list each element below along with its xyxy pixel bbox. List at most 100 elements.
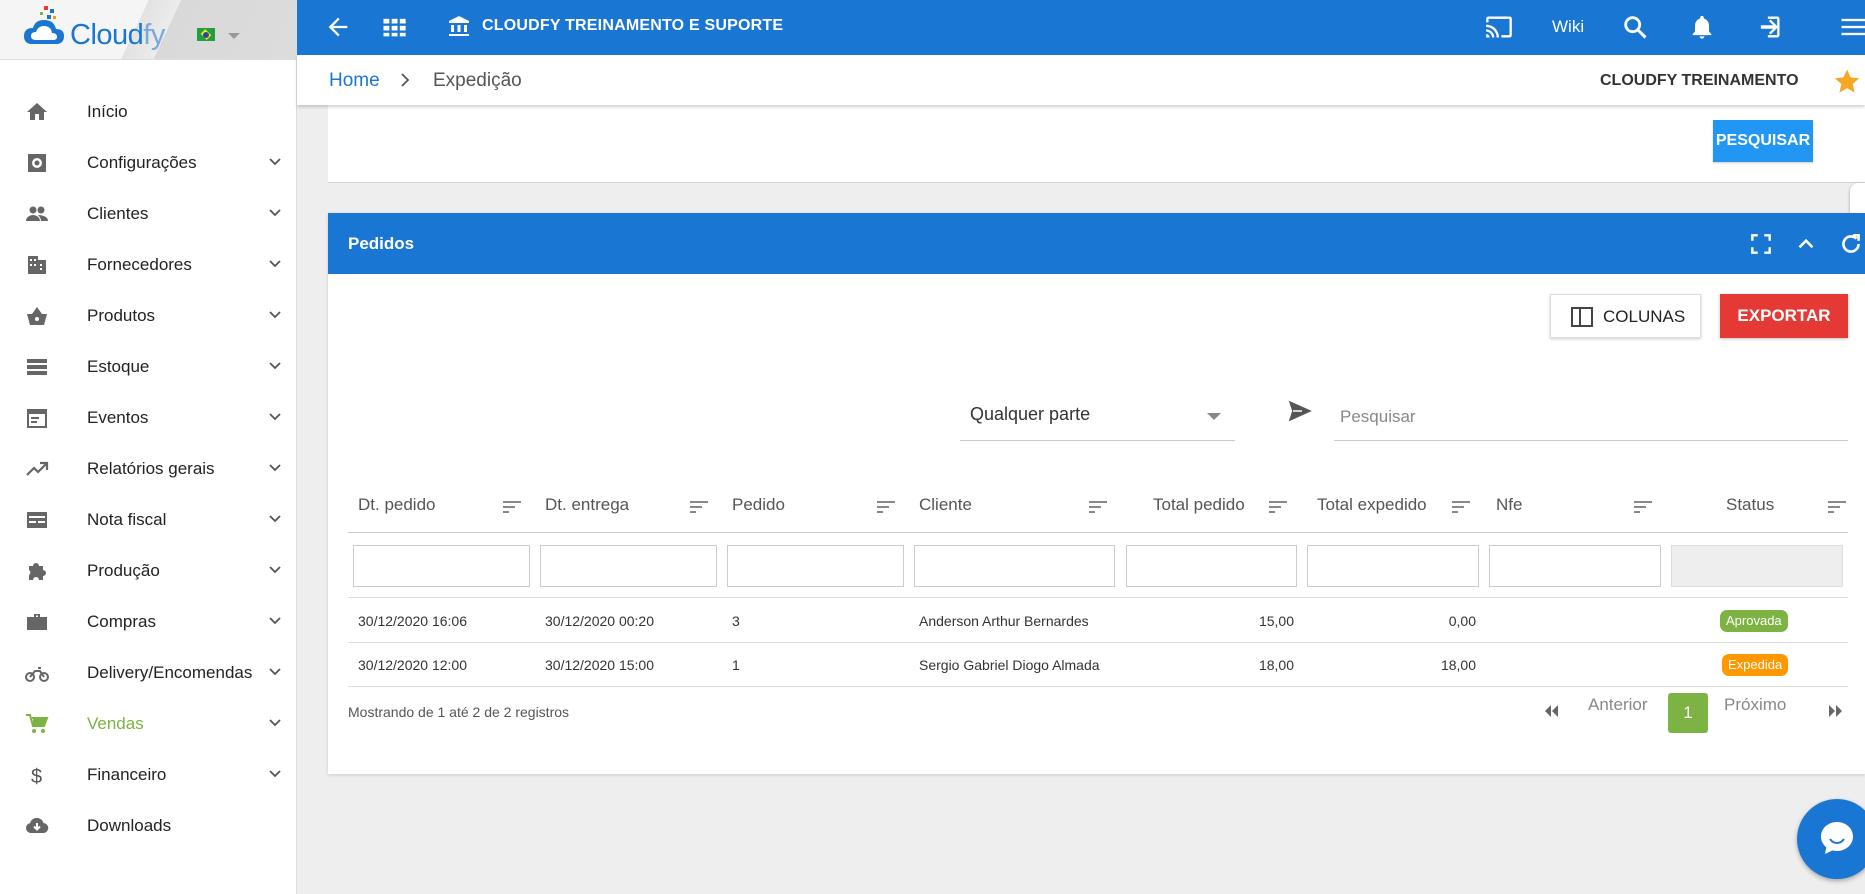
wiki-link[interactable]: Wiki [1552, 17, 1584, 37]
top-bar: CLOUDFY TREINAMENTO E SUPORTE Wiki [297, 0, 1865, 55]
sidebar-item-nota-fiscal[interactable]: Nota fiscal [0, 494, 296, 545]
logout-icon[interactable] [1755, 13, 1783, 41]
sort-icon[interactable] [1089, 501, 1107, 513]
sidebar-item-fornecedores[interactable]: Fornecedores [0, 239, 296, 290]
exportar-button[interactable]: EXPORTAR [1720, 294, 1848, 338]
chevron-down-icon [269, 770, 281, 778]
brazil-flag-icon[interactable] [197, 28, 215, 41]
company-name: CLOUDFY TREINAMENTO [1600, 72, 1799, 89]
fullscreen-icon[interactable] [1748, 231, 1774, 257]
pagination-page-1[interactable]: 1 [1668, 693, 1708, 733]
star-favorite-icon[interactable] [1833, 67, 1861, 95]
sidebar-item-downloads[interactable]: Downloads [0, 800, 296, 851]
refresh-icon[interactable] [1838, 231, 1864, 257]
sidebar-item-eventos[interactable]: Eventos [0, 392, 296, 443]
chat-support-button[interactable] [1797, 799, 1865, 879]
filter-total-pedido-input[interactable] [1126, 545, 1297, 587]
cell-dt-entrega: 30/12/2020 00:20 [545, 613, 654, 629]
sidebar-item-configuracoes[interactable]: Configurações [0, 137, 296, 188]
chevron-down-icon [269, 566, 281, 574]
chevron-down-icon [269, 515, 281, 523]
sidebar-item-label: Delivery/Encomendas [87, 662, 253, 682]
filter-nfe-input[interactable] [1489, 545, 1661, 587]
filter-cliente-input[interactable] [914, 545, 1115, 587]
sort-icon[interactable] [690, 501, 708, 513]
apps-grid-icon[interactable] [380, 13, 408, 41]
sidebar-item-produtos[interactable]: Produtos [0, 290, 296, 341]
filter-total-expedido-input[interactable] [1307, 545, 1479, 587]
language-caret-icon[interactable] [228, 33, 240, 39]
cloudfy-logo[interactable]: Cloudfy [22, 6, 172, 54]
chevron-down-icon [269, 719, 281, 727]
sort-icon[interactable] [1634, 501, 1652, 513]
chevron-down-icon [269, 464, 281, 472]
bell-icon[interactable] [1688, 13, 1716, 41]
sidebar-item-label: Clientes [87, 203, 149, 223]
sort-icon[interactable] [877, 501, 895, 513]
sort-icon[interactable] [1269, 501, 1287, 513]
sidebar-item-vendas[interactable]: Vendas [0, 698, 296, 749]
status-badge: Aprovada [1720, 610, 1788, 632]
filter-status-disabled [1671, 545, 1843, 587]
column-header-nfe[interactable]: Nfe [1484, 476, 1666, 533]
sidebar-item-relatorios-gerais[interactable]: Relatórios gerais [0, 443, 296, 494]
chevron-down-icon [269, 260, 281, 268]
breadcrumb: Home Expedição CLOUDFY TREINAMENTO [297, 55, 1865, 105]
dropdown-caret-icon [1207, 413, 1221, 420]
filter-pedido-input[interactable] [727, 545, 904, 587]
sidebar-item-inicio[interactable]: Início [0, 86, 296, 137]
sidebar-item-label: Eventos [87, 407, 149, 427]
pedidos-card-header: Pedidos [328, 213, 1865, 274]
column-header-cliente[interactable]: Cliente [909, 476, 1121, 533]
column-header-pedido[interactable]: Pedido [722, 476, 909, 533]
colunas-button[interactable]: COLUNAS [1550, 294, 1701, 338]
sidebar-item-financeiro[interactable]: $ Financeiro [0, 749, 296, 800]
sort-icon[interactable] [503, 501, 521, 513]
sidebar-item-label: Início [87, 101, 128, 121]
send-icon[interactable] [1288, 399, 1312, 423]
sidebar-item-label: Fornecedores [87, 254, 192, 274]
column-header-total-pedido[interactable]: Total pedido [1121, 476, 1302, 533]
chat-icon [1821, 822, 1853, 854]
cell-cliente: Anderson Arthur Bernardes [919, 613, 1089, 629]
sidebar-item-compras[interactable]: Compras [0, 596, 296, 647]
column-header-total-expedido[interactable]: Total expedido [1302, 476, 1484, 533]
sidebar-item-delivery-encomendas[interactable]: Delivery/Encomendas [0, 647, 296, 698]
last-page-icon[interactable] [1824, 702, 1846, 720]
sort-icon[interactable] [1452, 501, 1470, 513]
table-row[interactable]: 30/12/2020 12:00 30/12/2020 15:00 1 Serg… [348, 643, 1848, 687]
hamburger-menu-icon[interactable] [1838, 13, 1865, 41]
cloud-logo-icon [24, 6, 64, 44]
search-icon[interactable] [1621, 13, 1649, 41]
pagination-previous[interactable]: Anterior [1588, 695, 1648, 715]
first-page-icon[interactable] [1541, 702, 1563, 720]
table-row[interactable]: 30/12/2020 16:06 30/12/2020 00:20 3 Ande… [348, 599, 1848, 643]
back-arrow-icon[interactable] [324, 13, 352, 41]
chevron-up-icon[interactable] [1793, 231, 1819, 257]
breadcrumb-home-link[interactable]: Home [329, 70, 380, 92]
sidebar-item-producao[interactable]: Produção [0, 545, 296, 596]
sidebar-item-clientes[interactable]: Clientes [0, 188, 296, 239]
column-header-label: Dt. pedido [358, 495, 436, 514]
chevron-down-icon [269, 362, 281, 370]
people-icon [26, 206, 48, 221]
column-header-status[interactable]: Status [1666, 476, 1848, 533]
sidebar-item-label: Downloads [87, 815, 172, 835]
table-search-input[interactable] [1334, 393, 1848, 441]
trending-up-icon [26, 461, 49, 476]
chevron-down-icon [269, 668, 281, 676]
sidebar-menu: Início Configurações Clientes Fornecedor… [0, 86, 296, 851]
column-header-dt-entrega[interactable]: Dt. entrega [535, 476, 722, 533]
filter-dt-entrega-input[interactable] [540, 545, 717, 587]
table-footer-info: Mostrando de 1 até 2 de 2 registros [348, 704, 570, 720]
sidebar-item-estoque[interactable]: Estoque [0, 341, 296, 392]
calendar-icon [27, 409, 47, 428]
cast-icon[interactable] [1485, 13, 1513, 41]
search-scope-select[interactable]: Qualquer parte [960, 391, 1235, 441]
sort-icon[interactable] [1828, 501, 1846, 513]
pagination-next[interactable]: Próximo [1724, 695, 1786, 715]
filter-dt-pedido-input[interactable] [353, 545, 530, 587]
pesquisar-button[interactable]: PESQUISAR [1713, 120, 1813, 162]
motorcycle-icon [25, 667, 49, 682]
column-header-dt-pedido[interactable]: Dt. pedido [348, 476, 535, 533]
